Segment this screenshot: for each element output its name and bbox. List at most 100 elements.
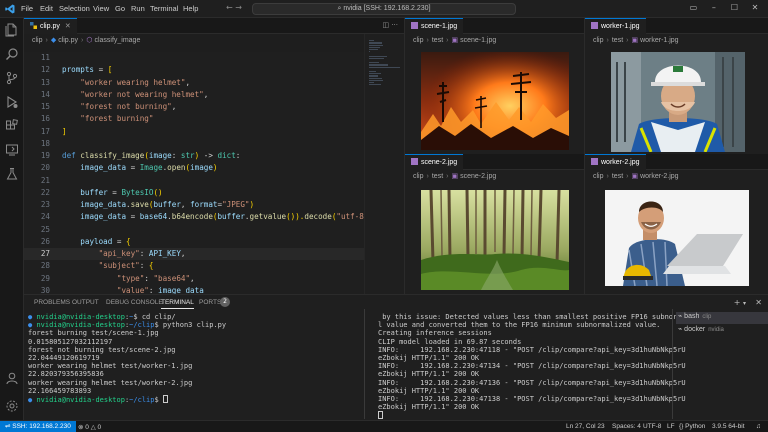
breadcrumb-item[interactable]: test <box>432 37 443 44</box>
close-panel-icon[interactable]: ✕ <box>755 298 762 307</box>
code-line[interactable]: 20 image_data = Image.open(image) <box>24 162 364 174</box>
eol-status[interactable]: LF <box>667 423 675 430</box>
code-editor[interactable]: 11 12 prompts = [13 "worker wearing helmet… <box>24 52 364 294</box>
code-line[interactable]: 22 buffer = BytesIO() <box>24 187 364 199</box>
menu-run[interactable]: Run <box>131 4 145 13</box>
python-interpreter[interactable]: 3.9.5 64-bit <box>712 423 745 430</box>
run-debug-icon[interactable] <box>5 95 19 109</box>
source-control-icon[interactable] <box>5 71 19 85</box>
close-icon[interactable]: ✕ <box>746 3 764 12</box>
menu-selection[interactable]: Selection <box>59 4 90 13</box>
terminal-line: worker wearing helmet test/worker-2.jpg <box>28 378 193 387</box>
code-line[interactable]: 29 "type": "base64", <box>24 273 364 285</box>
breadcrumb-item[interactable]: test <box>612 37 623 44</box>
explorer-icon[interactable] <box>5 23 19 37</box>
breadcrumb-item[interactable]: scene-2.jpg <box>460 173 496 180</box>
code-line[interactable]: 14 "worker not wearing helmet", <box>24 89 364 101</box>
breadcrumb-item[interactable]: scene-1.jpg <box>460 37 496 44</box>
terminal-list-item-bash[interactable]: ⌁ bash clip <box>676 312 768 324</box>
minimap-line <box>369 40 374 42</box>
terminal-bash[interactable]: ● nvidia@nvidia-desktop:~$ cd clip/● nvi… <box>28 313 364 404</box>
code-line[interactable]: 24 image_data = base64.b64encode(buffer.… <box>24 211 364 223</box>
problems-status[interactable]: ⊗ 0 △ 0 <box>78 423 101 431</box>
code-line[interactable]: 12 prompts = [ <box>24 64 364 76</box>
breadcrumb-item[interactable]: test <box>612 173 623 180</box>
close-icon[interactable]: ✕ <box>65 23 71 30</box>
chevron-down-icon[interactable]: ▾ <box>743 300 746 307</box>
indentation-status[interactable]: Spaces: 4 <box>612 423 641 430</box>
testing-icon[interactable] <box>5 167 19 181</box>
new-terminal-icon[interactable]: + <box>734 298 741 307</box>
breadcrumb: clip › test › ▣ worker-1.jpg <box>585 34 768 46</box>
account-icon[interactable] <box>5 371 19 385</box>
breadcrumb-item[interactable]: classify_image <box>94 37 140 44</box>
breadcrumb-item[interactable]: worker-2.jpg <box>640 173 679 180</box>
tab-image[interactable]: scene-2.jpg <box>405 154 464 170</box>
code-line[interactable]: 11 <box>24 52 364 64</box>
terminal-split-divider[interactable] <box>364 309 365 419</box>
remote-indicator[interactable]: ⇌ SSH: 192.168.2.230 <box>0 421 76 432</box>
code-line[interactable]: 21 <box>24 175 364 187</box>
panel-tab-output[interactable]: OUTPUT <box>72 299 99 306</box>
code-line[interactable]: 18 <box>24 138 364 150</box>
code-line[interactable]: 30 "value": image_data <box>24 285 364 294</box>
code-line[interactable]: 17] <box>24 126 364 138</box>
breadcrumb-item[interactable]: test <box>432 173 443 180</box>
terminal-list-item-docker[interactable]: ⌁ docker nvidia <box>676 325 724 333</box>
code-line[interactable]: 23 image_data.save(buffer, format="JPEG"… <box>24 199 364 211</box>
tab-clip-py[interactable]: clip.py ✕ <box>24 18 77 34</box>
code-line[interactable]: 26 payload = { <box>24 236 364 248</box>
menu-go[interactable]: Go <box>115 4 125 13</box>
breadcrumb-item[interactable]: clip.py <box>58 37 78 44</box>
minimap-line <box>369 73 382 75</box>
menu-terminal[interactable]: Terminal <box>150 4 178 13</box>
code-line[interactable]: 16 "forest burning" <box>24 113 364 125</box>
breadcrumb-item[interactable]: clip <box>593 173 604 180</box>
gear-icon[interactable] <box>5 399 19 413</box>
tab-image[interactable]: worker-2.jpg <box>585 154 646 170</box>
encoding-status[interactable]: UTF-8 <box>643 423 661 430</box>
code-line[interactable]: 28 "subject": { <box>24 260 364 272</box>
code-line[interactable]: 15 "forest not burning", <box>24 101 364 113</box>
menu-help[interactable]: Help <box>183 4 198 13</box>
breadcrumb-item[interactable]: clip <box>413 173 424 180</box>
cursor-position[interactable]: Ln 27, Col 23 <box>566 423 605 430</box>
forward-arrow-icon[interactable]: → <box>235 3 242 12</box>
panel-tab-debug-console[interactable]: DEBUG CONSOLE <box>106 299 163 306</box>
minimap[interactable] <box>364 34 404 294</box>
image-file-icon <box>591 158 598 165</box>
code-line[interactable]: 25 <box>24 224 364 236</box>
panel-tab-terminal[interactable]: TERMINAL <box>161 299 194 309</box>
panel-tab-problems[interactable]: PROBLEMS <box>34 299 70 306</box>
tab-image[interactable]: scene-1.jpg <box>405 18 464 34</box>
more-actions-icon[interactable]: ··· <box>391 21 398 29</box>
command-center[interactable]: ⌕ nvidia [SSH: 192.168.2.230] <box>252 3 516 15</box>
menu-file[interactable]: File <box>21 4 33 13</box>
tab-image[interactable]: worker-1.jpg <box>585 18 646 34</box>
terminal-line: forest not burning test/scene-2.jpg <box>28 345 176 354</box>
code-line[interactable]: 27 "api_key": API_KEY, <box>24 248 364 261</box>
layout-toggle-icon[interactable]: ▭ <box>684 3 702 12</box>
menu-edit[interactable]: Edit <box>40 4 53 13</box>
terminal-docker[interactable]: by this issue: Detected values less than… <box>378 313 686 421</box>
extensions-icon[interactable] <box>5 119 19 133</box>
search-icon[interactable] <box>5 47 19 61</box>
remote-explorer-icon[interactable] <box>5 143 19 157</box>
panel-tab-ports[interactable]: PORTS <box>199 299 221 306</box>
vscode-logo-icon <box>5 4 15 14</box>
minimize-icon[interactable]: – <box>705 3 723 12</box>
back-arrow-icon[interactable]: ← <box>226 3 233 12</box>
language-mode[interactable]: {} Python <box>679 423 705 430</box>
breadcrumb-item[interactable]: clip <box>32 37 43 44</box>
breadcrumb-item[interactable]: clip <box>593 37 604 44</box>
menu-view[interactable]: View <box>93 4 109 13</box>
code-line[interactable]: 13 "worker wearing helmet", <box>24 77 364 89</box>
breadcrumb-item[interactable]: clip <box>413 37 424 44</box>
terminal-line: eZbokij HTTP/1.1" 200 OK <box>378 386 480 395</box>
notifications-icon[interactable]: ♫ <box>756 423 761 430</box>
breadcrumb-item[interactable]: worker-1.jpg <box>640 37 679 44</box>
code-text: def classify_image(image: str) -> dict: <box>62 151 241 160</box>
code-line[interactable]: 19 def classify_image(image: str) -> dict… <box>24 150 364 162</box>
split-editor-icon[interactable]: ◫ <box>382 21 389 29</box>
maximize-icon[interactable]: ☐ <box>725 3 743 12</box>
